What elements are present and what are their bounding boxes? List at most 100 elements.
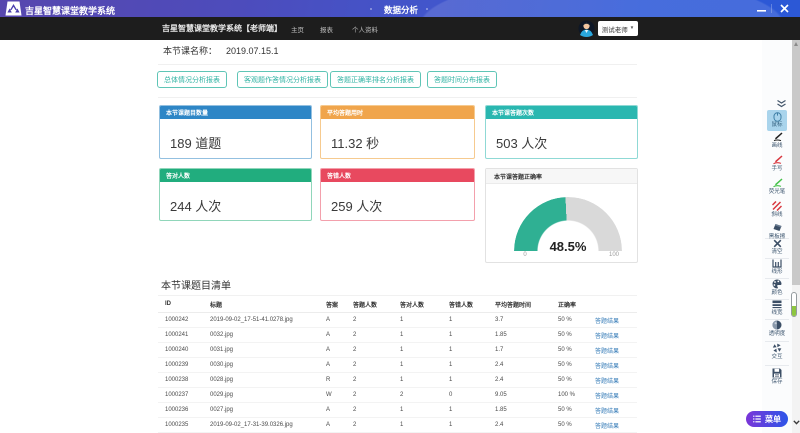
stat-card-header: 本节课题目数量 xyxy=(160,106,311,119)
cell-avg-time: 2.4 xyxy=(495,358,558,373)
nav-item-home[interactable]: 主页 xyxy=(291,24,304,34)
scrollbar-up-arrow[interactable] xyxy=(794,42,798,46)
answer-result-link[interactable]: 答题结果 xyxy=(595,349,619,355)
cell-answer: W xyxy=(326,388,353,403)
tool-opacity[interactable]: 透明度 xyxy=(762,320,792,338)
stat-card-correct-count: 答对人数 244 人次 xyxy=(159,168,312,221)
user-menu-button[interactable]: 测试老师 ▼ xyxy=(598,21,638,36)
menu-fab-button[interactable]: 菜单 xyxy=(746,411,788,427)
cell-wrong: 1 xyxy=(449,343,495,358)
save-floppy-icon xyxy=(772,368,782,378)
menu-list-icon xyxy=(753,415,761,423)
titlebar-left-dot xyxy=(370,8,372,10)
cell-wrong: 1 xyxy=(449,403,495,418)
tool-label: 手写 xyxy=(771,166,782,172)
titlebar-right-dot xyxy=(426,8,428,10)
cell-avg-time: 3.7 xyxy=(495,313,558,328)
col-header-title: 标题 xyxy=(210,296,326,313)
nav-item-profile[interactable]: 个人资料 xyxy=(352,24,378,34)
answer-result-link[interactable]: 答题结果 xyxy=(595,379,619,385)
cell-wrong: 0 xyxy=(449,388,495,403)
answer-result-link[interactable]: 答题结果 xyxy=(595,394,619,400)
cell-id: 1000238 xyxy=(158,373,210,388)
answer-result-link[interactable]: 答题结果 xyxy=(595,334,619,340)
cell-correct: 1 xyxy=(400,403,449,418)
cell-wrong: 1 xyxy=(449,313,495,328)
hatch-line-icon xyxy=(772,201,782,211)
cell-answer: R xyxy=(326,373,353,388)
scrollbar-down-arrow[interactable] xyxy=(793,420,800,425)
minimize-button[interactable] xyxy=(755,0,767,17)
cell-avg-time: 1.7 xyxy=(495,343,558,358)
tool-label: 荧光笔 xyxy=(769,189,786,195)
answer-result-link[interactable]: 答题结果 xyxy=(595,364,619,370)
collapse-toolbar-icon[interactable] xyxy=(776,100,787,108)
table-body: 1000242 2019-09-02_17-51-41.0278.jpg A 2… xyxy=(158,313,637,433)
col-header-result xyxy=(595,296,637,313)
tool-label: 斜线 xyxy=(771,212,782,218)
cell-rate: 50 % xyxy=(558,313,595,328)
cell-avg-time: 1.85 xyxy=(495,328,558,343)
tool-highlighter[interactable]: 荧光笔 xyxy=(762,178,792,196)
tool-line-shape[interactable]: 线形 xyxy=(762,259,792,276)
toolbar-divider xyxy=(765,365,789,366)
col-header-id: ID xyxy=(158,296,210,313)
table-row: 1000240 0031.jpg A 2 1 1 1.7 50 % 答题结果 xyxy=(158,343,637,358)
cell-answer: A xyxy=(326,328,353,343)
report-button-time[interactable]: 答题时间分布报表 xyxy=(427,71,497,88)
opacity-sphere-icon xyxy=(772,320,782,330)
cell-result: 答题结果 xyxy=(595,358,637,373)
app-window: 吉星智慧课堂教学系统 数据分析 吉星智慧课堂教学系统【老师端】 主页 报表 个人… xyxy=(0,0,800,433)
cell-rate: 50 % xyxy=(558,343,595,358)
stat-card-header: 答错人数 xyxy=(321,169,474,182)
report-button-ranking[interactable]: 答题正确率排名分析报表 xyxy=(330,71,421,88)
cell-title: 0029.jpg xyxy=(210,388,326,403)
tool-draw-line[interactable]: 画线 xyxy=(762,132,792,150)
nav-item-reports[interactable]: 报表 xyxy=(320,24,333,34)
handwrite-pen-icon xyxy=(772,155,783,165)
cell-title: 2019-09-02_17-31-39.0326.jpg xyxy=(210,418,326,433)
answer-result-link[interactable]: 答题结果 xyxy=(595,424,619,430)
top-navbar xyxy=(0,17,800,40)
cell-result: 答题结果 xyxy=(595,403,637,418)
tool-mouse[interactable]: 鼠标 xyxy=(767,110,787,131)
table-head: ID 标题 答案 答题人数 答对人数 答错人数 平均答题时间 正确率 xyxy=(158,296,637,313)
cell-correct: 1 xyxy=(400,358,449,373)
line-width-icon xyxy=(772,300,782,309)
cell-answered: 2 xyxy=(353,358,400,373)
tool-save[interactable]: 保存 xyxy=(762,368,792,386)
cell-wrong: 1 xyxy=(449,358,495,373)
tool-handwrite[interactable]: 手写 xyxy=(762,155,792,173)
eraser-icon xyxy=(772,223,783,233)
cell-id: 1000241 xyxy=(158,328,210,343)
close-button[interactable] xyxy=(778,0,790,17)
cell-rate: 50 % xyxy=(558,373,595,388)
cell-rate: 50 % xyxy=(558,358,595,373)
col-header-answer: 答案 xyxy=(326,296,353,313)
answer-result-link[interactable]: 答题结果 xyxy=(595,319,619,325)
cell-rate: 100 % xyxy=(558,388,595,403)
tool-hatch-line[interactable]: 斜线 xyxy=(762,201,792,219)
tool-line-width[interactable]: 线宽 xyxy=(762,300,792,317)
report-button-objective[interactable]: 客观题作答情况分析报表 xyxy=(237,71,328,88)
stat-card-value: 244 人次 xyxy=(170,196,221,215)
question-table: ID 标题 答案 答题人数 答对人数 答错人数 平均答题时间 正确率 10002… xyxy=(158,295,637,433)
tool-clear[interactable]: 清空 xyxy=(762,239,792,256)
table-row: 1000238 0028.jpg R 2 1 1 2.4 50 % 答题结果 xyxy=(158,373,637,388)
report-button-overall[interactable]: 总体情况分析报表 xyxy=(157,71,227,88)
tool-label: 颜色 xyxy=(771,290,782,296)
user-avatar[interactable] xyxy=(578,20,595,37)
cell-answered: 2 xyxy=(353,373,400,388)
tool-interact[interactable]: 交互 xyxy=(762,343,792,361)
answer-result-link[interactable]: 答题结果 xyxy=(595,409,619,415)
stat-card-value: 503 人次 xyxy=(496,133,547,152)
cell-answer: A xyxy=(326,343,353,358)
cell-correct: 1 xyxy=(400,313,449,328)
cell-answer: A xyxy=(326,358,353,373)
table-row: 1000242 2019-09-02_17-51-41.0278.jpg A 2… xyxy=(158,313,637,328)
tool-color[interactable]: 颜色 xyxy=(762,279,792,297)
tool-label: 线宽 xyxy=(771,310,782,316)
scrollbar-thumb[interactable] xyxy=(792,40,800,285)
stat-card-header: 答对人数 xyxy=(160,169,311,182)
window-controls-divider xyxy=(771,4,772,13)
